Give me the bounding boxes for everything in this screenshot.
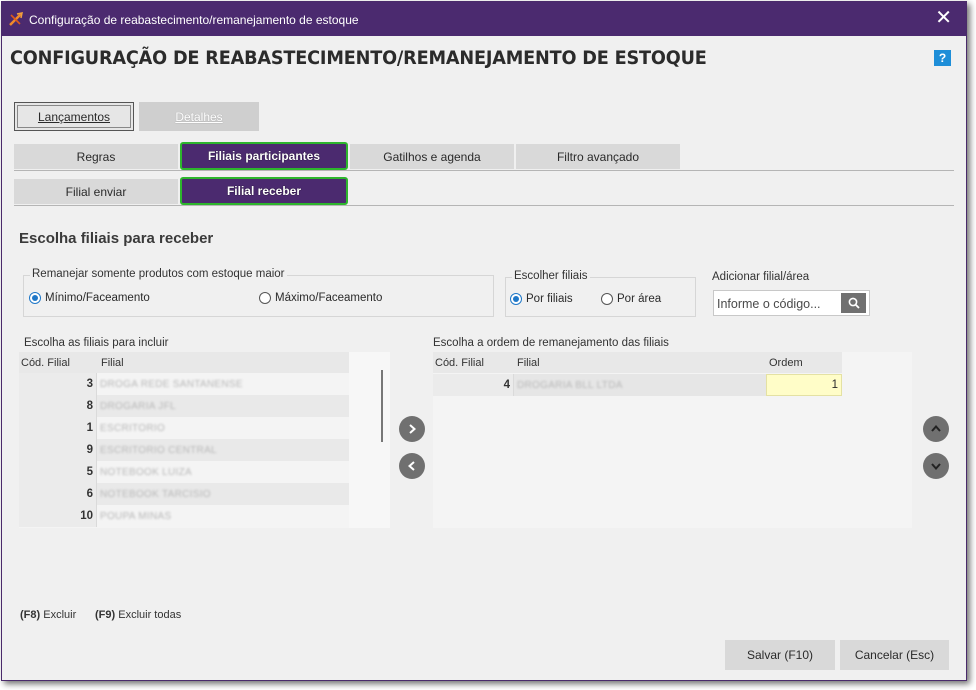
cell-filial: POUPA MINAS [100, 510, 172, 522]
cell-cod-filial: 6 [19, 483, 97, 505]
cell-cod-filial: 1 [19, 417, 97, 439]
chevron-right-icon [409, 424, 417, 434]
column-header-cod-filial[interactable]: Cód. Filial [19, 352, 97, 373]
left-grid-caption: Escolha as filiais para incluir [24, 337, 169, 349]
table-row[interactable]: 1 ESCRITORIO [19, 417, 349, 439]
move-left-button[interactable] [399, 453, 425, 479]
radio-por-area[interactable]: Por área [601, 293, 661, 305]
radio-unchecked-icon [259, 292, 271, 304]
chevron-down-icon [931, 463, 941, 471]
move-up-button[interactable] [923, 416, 949, 442]
save-button[interactable]: Salvar (F10) [725, 640, 835, 670]
chevron-up-icon [931, 424, 941, 432]
scrollbar-thumb[interactable] [381, 370, 383, 442]
tab-detalhes[interactable]: Detalhes [139, 102, 259, 131]
help-icon[interactable]: ? [934, 50, 951, 66]
cell-cod-filial: 4 [433, 374, 514, 396]
table-row[interactable]: 9 ESCRITORIO CENTRAL [19, 439, 349, 461]
cell-filial: DROGARIA BLL LTDA [517, 379, 623, 391]
app-logo-icon [9, 12, 23, 26]
radio-maximo-faceamento[interactable]: Máximo/Faceamento [259, 292, 382, 304]
section-title: Escolha filiais para receber [19, 230, 214, 247]
radio-minimo-faceamento[interactable]: Mínimo/Faceamento [29, 292, 150, 304]
cell-cod-filial: 9 [19, 439, 97, 461]
column-header-filial[interactable]: Filial [514, 352, 766, 373]
cell-filial: NOTEBOOK LUIZA [100, 466, 192, 478]
radio-unchecked-icon [601, 293, 613, 305]
move-right-button[interactable] [399, 416, 425, 442]
table-row[interactable]: 5 NOTEBOOK LUIZA [19, 461, 349, 483]
radio-label: Mínimo/Faceamento [45, 292, 150, 304]
shortcut-label: Excluir [43, 609, 77, 621]
search-button[interactable] [841, 293, 866, 313]
radio-checked-icon [510, 293, 522, 305]
table-row[interactable]: 8 DROGARIA JFL [19, 395, 349, 417]
available-filiais-table: Cód. Filial Filial 3 DROGA REDE SANTANEN… [19, 352, 349, 528]
escolher-filiais-label: Escolher filiais [512, 270, 590, 282]
left-grid-scrollbar[interactable] [349, 352, 390, 528]
tab-filiais-participantes[interactable]: Filiais participantes [180, 142, 348, 170]
tab-filial-enviar[interactable]: Filial enviar [14, 179, 178, 204]
close-icon[interactable]: ✕ [935, 8, 952, 28]
add-filial-field [713, 290, 870, 316]
shortcut-key: (F9) [95, 609, 116, 621]
tab-regras[interactable]: Regras [14, 144, 178, 169]
shortcut-excluir-todas: (F9) Excluir todas [95, 609, 181, 621]
search-icon [848, 297, 860, 309]
remanejar-group-label: Remanejar somente produtos com estoque m… [30, 268, 287, 280]
chevron-left-icon [407, 461, 415, 471]
add-filial-label: Adicionar filial/área [712, 271, 810, 283]
table-row[interactable]: 4 DROGARIA BLL LTDA 1 [433, 374, 842, 396]
radio-label: Máximo/Faceamento [275, 292, 383, 304]
column-header-filial[interactable]: Filial [97, 352, 349, 373]
tab-lancamentos[interactable]: Lançamentos [14, 102, 134, 131]
page-title: CONFIGURAÇÃO DE REABASTECIMENTO/REMANEJA… [10, 47, 707, 69]
window-title: Configuração de reabastecimento/remaneja… [29, 13, 359, 27]
divider [14, 170, 954, 171]
cell-cod-filial: 8 [19, 395, 97, 417]
cell-cod-filial: 5 [19, 461, 97, 483]
cell-filial: NOTEBOOK TARCISIO [100, 488, 211, 500]
table-row[interactable]: 3 DROGA REDE SANTANENSE [19, 373, 349, 395]
title-bar: Configuração de reabastecimento/remaneja… [2, 2, 966, 36]
cell-cod-filial: 10 [19, 505, 97, 527]
cell-filial: ESCRITORIO CENTRAL [100, 444, 217, 456]
cell-ordem[interactable]: 1 [766, 374, 842, 396]
radio-por-filiais[interactable]: Por filiais [510, 293, 573, 305]
shortcut-label: Excluir todas [118, 609, 182, 621]
dialog-window: Configuração de reabastecimento/remaneja… [1, 1, 967, 681]
table-row[interactable]: 6 NOTEBOOK TARCISIO [19, 483, 349, 505]
right-grid-caption: Escolha a ordem de remanejamento das fil… [433, 337, 669, 349]
radio-label: Por filiais [526, 293, 573, 305]
add-filial-input[interactable] [717, 295, 837, 312]
table-row[interactable]: 10 POUPA MINAS [19, 505, 349, 527]
divider [14, 205, 954, 206]
radio-checked-icon [29, 292, 41, 304]
radio-label: Por área [617, 293, 662, 305]
shortcut-key: (F8) [20, 609, 41, 621]
cell-cod-filial: 3 [19, 373, 97, 395]
cell-filial: DROGA REDE SANTANENSE [100, 378, 243, 390]
tab-filtro-avancado[interactable]: Filtro avançado [516, 144, 680, 169]
cancel-button[interactable]: Cancelar (Esc) [840, 640, 949, 670]
column-header-ordem[interactable]: Ordem [766, 352, 842, 373]
selected-filiais-table: Cód. Filial Filial Ordem 4 DROGARIA BLL … [433, 352, 912, 528]
column-header-cod-filial[interactable]: Cód. Filial [433, 352, 514, 373]
cell-filial: DROGARIA JFL [100, 400, 176, 412]
move-down-button[interactable] [923, 453, 949, 479]
cell-filial: ESCRITORIO [100, 422, 166, 434]
tab-filial-receber[interactable]: Filial receber [180, 177, 348, 205]
shortcut-excluir: (F8) Excluir [20, 609, 76, 621]
tab-gatilhos-agenda[interactable]: Gatilhos e agenda [350, 144, 514, 169]
